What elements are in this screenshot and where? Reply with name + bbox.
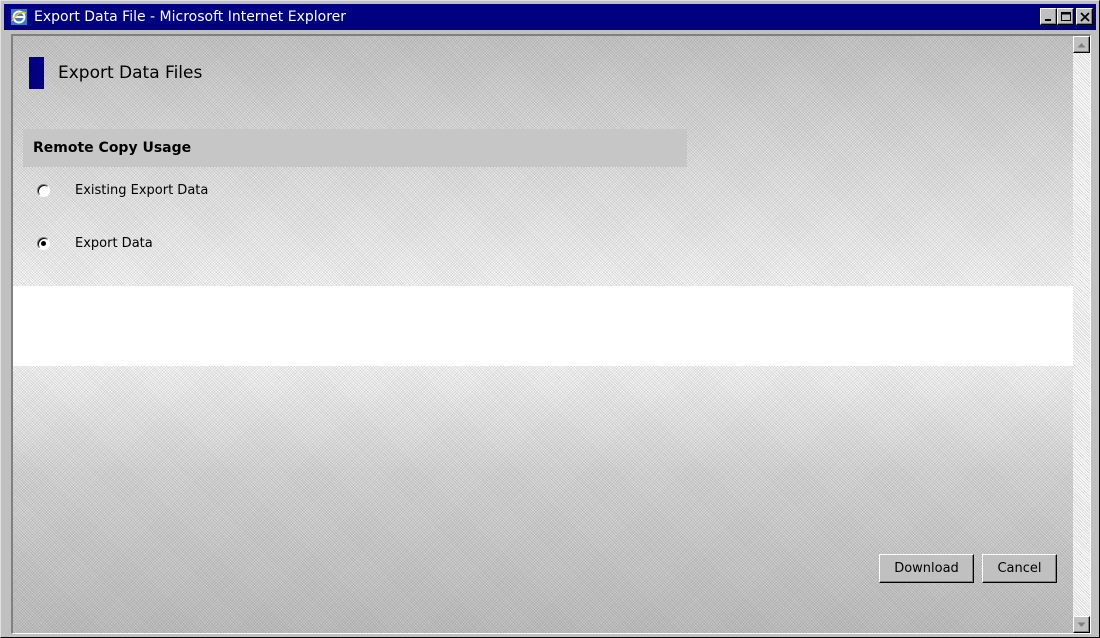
download-button[interactable]: Download — [879, 554, 974, 583]
option-label[interactable]: Export Data — [75, 236, 153, 251]
window-title: Export Data File - Microsoft Internet Ex… — [34, 9, 347, 25]
internet-explorer-icon[interactable] — [8, 6, 30, 28]
maximize-icon — [1060, 11, 1071, 21]
minimize-button[interactable] — [1040, 8, 1057, 25]
radio-selected-dot — [41, 241, 46, 246]
maximize-button[interactable] — [1057, 8, 1074, 25]
radio-export-data[interactable] — [37, 237, 50, 250]
close-button[interactable] — [1076, 8, 1093, 25]
header-marker — [29, 57, 44, 89]
section-header: Remote Copy Usage — [23, 129, 687, 167]
option-existing-export-data[interactable]: Existing Export Data — [37, 183, 208, 198]
cancel-button[interactable]: Cancel — [982, 554, 1057, 583]
close-icon — [1079, 11, 1090, 22]
arrow-up-icon — [1077, 42, 1086, 47]
vertical-scrollbar[interactable] — [1073, 36, 1090, 633]
browser-window: Export Data File - Microsoft Internet Ex… — [0, 0, 1100, 638]
option-label[interactable]: Existing Export Data — [75, 183, 208, 198]
page-title: Export Data Files — [58, 63, 203, 83]
minimize-icon — [1044, 18, 1051, 21]
page-header: Export Data Files — [29, 57, 202, 89]
scroll-down-button[interactable] — [1073, 616, 1090, 633]
section-title: Remote Copy Usage — [33, 140, 192, 156]
page-content: Export Data Files Remote Copy Usage Exis… — [11, 34, 1091, 634]
background-bottom — [13, 366, 1090, 633]
scroll-up-button[interactable] — [1073, 36, 1090, 53]
arrow-down-icon — [1077, 622, 1086, 627]
title-bar[interactable]: Export Data File - Microsoft Internet Ex… — [4, 4, 1096, 30]
radio-existing-export-data[interactable] — [37, 184, 50, 197]
option-export-data[interactable]: Export Data — [37, 236, 153, 251]
